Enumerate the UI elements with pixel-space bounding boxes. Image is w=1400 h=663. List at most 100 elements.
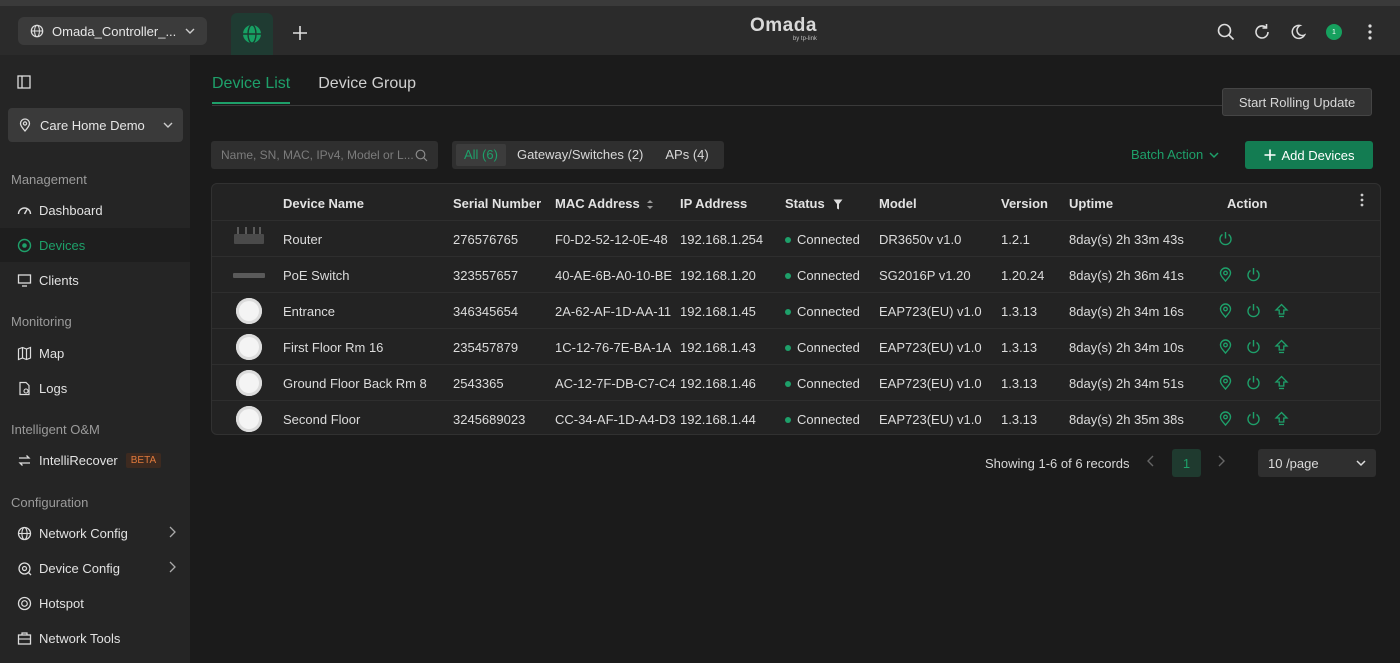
device-search-input[interactable]: Name, SN, MAC, IPv4, Model or L... (211, 141, 438, 169)
page-1-button[interactable]: 1 (1172, 449, 1201, 477)
device-config-icon (16, 560, 32, 576)
moon-icon[interactable] (1288, 22, 1308, 42)
sidebar-item-network-config[interactable]: Network Config (0, 516, 190, 550)
cell-device-name[interactable]: PoE Switch (283, 268, 349, 283)
power-icon[interactable] (1218, 231, 1234, 247)
filter-icon[interactable] (833, 199, 843, 210)
chevron-down-icon (163, 122, 173, 128)
locate-icon[interactable] (1218, 375, 1234, 391)
chevron-down-icon (185, 28, 195, 34)
chevron-right-icon (169, 526, 176, 538)
cell-device-name[interactable]: Ground Floor Back Rm 8 (283, 376, 427, 391)
sidebar-item-dashboard[interactable]: Dashboard (0, 193, 190, 227)
tab-divider (212, 105, 1372, 106)
site-globe-tab[interactable] (231, 13, 273, 55)
table-row[interactable]: PoE Switch 323557657 40-AE-6B-A0-10-BE 192.… (212, 256, 1380, 292)
device-table: Device Name Serial Number MAC Address IP… (211, 183, 1381, 435)
page-size-select[interactable]: 10 /page (1258, 449, 1376, 477)
pagination-summary: Showing 1-6 of 6 records (985, 456, 1130, 471)
site-name: Care Home Demo (40, 117, 145, 133)
col-model[interactable]: Model (879, 196, 917, 211)
column-settings-icon[interactable] (1360, 193, 1364, 210)
cell-mac-address: CC-34-AF-1D-A4-D3 (555, 412, 676, 427)
cell-version: 1.20.24 (1001, 268, 1045, 283)
row-actions (1218, 375, 1290, 391)
cell-device-name[interactable]: Entrance (283, 304, 335, 319)
section-intelligent: Intelligent O&M (11, 422, 100, 437)
col-version[interactable]: Version (1001, 196, 1048, 211)
search-placeholder: Name, SN, MAC, IPv4, Model or L... (221, 148, 414, 162)
table-row[interactable]: Entrance 346345654 2A-62-AF-1D-AA-11 192.16… (212, 292, 1380, 328)
cell-serial-number: 323557657 (453, 268, 519, 283)
col-uptime[interactable]: Uptime (1069, 196, 1113, 211)
sidebar-item-map[interactable]: Map (0, 336, 190, 370)
search-icon[interactable] (1216, 22, 1236, 42)
locate-icon[interactable] (1218, 339, 1234, 355)
sidebar-item-hotspot[interactable]: Hotspot (0, 586, 190, 620)
site-picker[interactable]: Care Home Demo (8, 108, 183, 142)
controller-selector[interactable]: Omada_Controller_... (18, 17, 207, 45)
next-page-button[interactable] (1217, 455, 1225, 470)
power-icon[interactable] (1246, 375, 1262, 391)
add-tab-button[interactable] (288, 21, 312, 45)
sidebar-toggle-icon[interactable] (17, 75, 31, 94)
cell-uptime: 8day(s) 2h 35m 38s (1069, 412, 1184, 427)
table-row[interactable]: Router 276576765 F0-D2-52-12-0E-48 192.168.… (212, 220, 1380, 256)
filter-gateway-switches[interactable]: Gateway/Switches (2) (506, 144, 654, 166)
power-icon[interactable] (1246, 339, 1262, 355)
col-ip-address[interactable]: IP Address (680, 196, 747, 211)
cell-model: EAP723(EU) v1.0 (879, 304, 982, 319)
col-status-label: Status (785, 196, 825, 211)
upgrade-icon[interactable] (1274, 303, 1290, 319)
locate-icon[interactable] (1218, 411, 1234, 427)
col-mac-address[interactable]: MAC Address (555, 196, 654, 211)
sidebar-item-clients[interactable]: Clients (0, 263, 190, 297)
upgrade-icon[interactable] (1274, 375, 1290, 391)
devices-icon (16, 237, 32, 253)
notification-icon[interactable]: 1 (1324, 22, 1344, 42)
start-rolling-update-button[interactable]: Start Rolling Update (1222, 88, 1372, 116)
power-icon[interactable] (1246, 267, 1262, 283)
col-status[interactable]: Status (785, 196, 843, 211)
sidebar: Care Home Demo Management Dashboard Devi… (0, 55, 190, 663)
power-icon[interactable] (1246, 303, 1262, 319)
more-vertical-icon[interactable] (1360, 22, 1380, 42)
sidebar-item-devices[interactable]: Devices (0, 228, 190, 262)
ap-thumbnail (236, 298, 262, 324)
filter-aps[interactable]: APs (4) (654, 144, 719, 166)
prev-page-button[interactable] (1147, 455, 1155, 470)
cell-device-name[interactable]: Router (283, 232, 322, 247)
locate-icon[interactable] (1218, 303, 1234, 319)
locate-icon[interactable] (1218, 267, 1234, 283)
table-row[interactable]: Ground Floor Back Rm 8 2543365 AC-12-7F-DB… (212, 364, 1380, 400)
col-serial-number[interactable]: Serial Number (453, 196, 541, 211)
upgrade-icon[interactable] (1274, 411, 1290, 427)
cell-uptime: 8day(s) 2h 36m 41s (1069, 268, 1184, 283)
tab-device-group[interactable]: Device Group (318, 75, 416, 104)
cell-device-name[interactable]: Second Floor (283, 412, 360, 427)
cell-model: SG2016P v1.20 (879, 268, 971, 283)
table-row[interactable]: Second Floor 3245689023 CC-34-AF-1D-A4-D3 1… (212, 400, 1380, 434)
sidebar-item-network-tools[interactable]: Network Tools (0, 621, 190, 655)
power-icon[interactable] (1246, 411, 1262, 427)
batch-action-dropdown[interactable]: Batch Action (1131, 147, 1219, 162)
logo-text: Omada (750, 15, 817, 36)
cell-uptime: 8day(s) 2h 34m 10s (1069, 340, 1184, 355)
sidebar-item-device-config[interactable]: Device Config (0, 551, 190, 585)
status-dot (785, 416, 791, 423)
cell-serial-number: 235457879 (453, 340, 519, 355)
refresh-icon[interactable] (1252, 22, 1272, 42)
col-device-name[interactable]: Device Name (283, 196, 364, 211)
sidebar-item-intellirecover[interactable]: IntelliRecover BETA (0, 443, 190, 477)
cell-device-name[interactable]: First Floor Rm 16 (283, 340, 383, 355)
sort-icon[interactable] (646, 199, 654, 210)
add-devices-button[interactable]: Add Devices (1245, 141, 1373, 169)
tab-device-list[interactable]: Device List (212, 75, 291, 104)
toolbox-icon (16, 630, 32, 646)
sidebar-item-logs[interactable]: Logs (0, 371, 190, 405)
search-icon (415, 149, 428, 161)
upgrade-icon[interactable] (1274, 339, 1290, 355)
filter-all[interactable]: All (6) (456, 144, 506, 166)
table-row[interactable]: First Floor Rm 16 235457879 1C-12-76-7E-BA… (212, 328, 1380, 364)
sidebar-item-label: Network Config (39, 525, 128, 541)
